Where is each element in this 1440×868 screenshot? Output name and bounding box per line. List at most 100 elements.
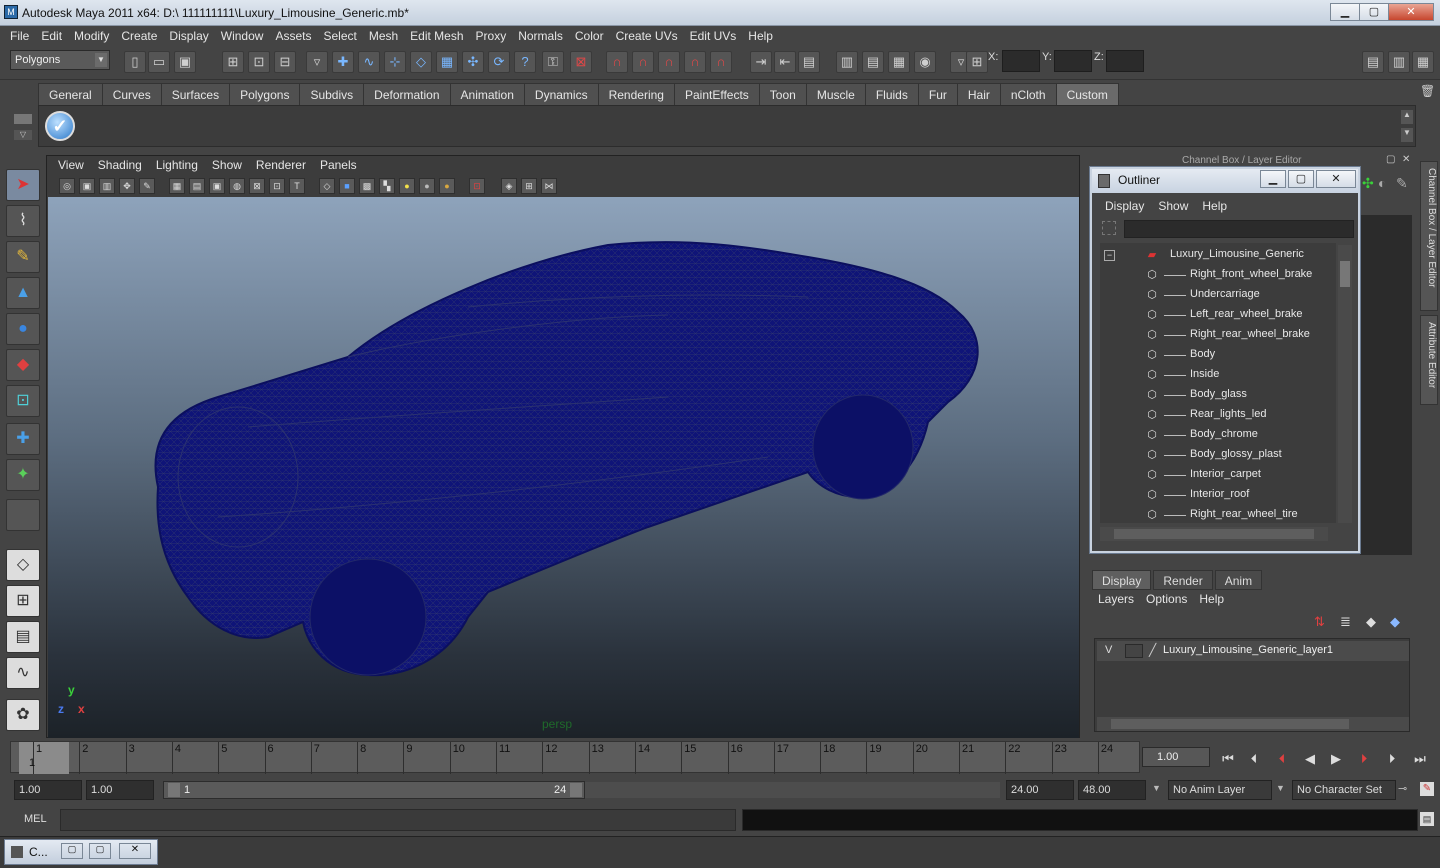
film-gate-icon[interactable]: ▤ [189, 178, 205, 194]
soft-mod-tool-icon[interactable]: ✚ [6, 423, 40, 455]
x-field[interactable] [1002, 50, 1040, 72]
layer-visibility-toggle[interactable]: V [1105, 644, 1112, 656]
outliner-row[interactable]: ⬡ Interior_carpet [1100, 465, 1336, 485]
lasso-tool-icon[interactable]: ⌇ [6, 205, 40, 237]
menu-file[interactable]: File [4, 29, 35, 43]
outliner-vertical-scrollbar[interactable] [1338, 245, 1352, 523]
collapse-icon[interactable]: − [1104, 250, 1115, 261]
ipr-render-icon[interactable]: ▤ [862, 51, 884, 73]
viewport-canvas[interactable]: y z x persp [48, 197, 1079, 738]
layer-color-icon[interactable]: ╱ [1149, 643, 1156, 657]
character-set-dropdown[interactable]: No Character Set [1292, 780, 1396, 800]
chevron-down-icon[interactable]: ▼ [95, 53, 107, 67]
channel-icon-green[interactable]: ✣ [1362, 175, 1374, 192]
step-forward-key-icon[interactable]: ⏵ [1354, 749, 1374, 769]
shelf-options-icon[interactable] [14, 114, 32, 124]
tab-subdivs[interactable]: Subdivs [299, 83, 365, 105]
tab-curves[interactable]: Curves [101, 83, 162, 105]
outliner-menu-display[interactable]: Display [1098, 199, 1151, 213]
outliner-scroll-thumb[interactable] [1340, 261, 1350, 287]
tab-display[interactable]: Display [1092, 570, 1152, 590]
tab-render[interactable]: Render [1153, 570, 1213, 590]
four-pane-layout-icon[interactable]: ⊞ [6, 585, 40, 617]
menu-display[interactable]: Display [163, 29, 214, 43]
field-chart-icon[interactable]: ⊠ [249, 178, 265, 194]
outliner-row[interactable]: ⬡ Left_rear_wheel_brake [1100, 305, 1336, 325]
scale-tool-icon[interactable]: ◆ [6, 349, 40, 381]
outliner-row[interactable]: ⬡ Rear_lights_led [1100, 405, 1336, 425]
current-frame-marker[interactable] [19, 742, 69, 774]
outliner-row[interactable]: ⬡ Undercarriage [1100, 285, 1336, 305]
snap-together-icon[interactable]: ∩ [632, 51, 654, 73]
vp-menu-panels[interactable]: Panels [313, 158, 364, 172]
xray-icon[interactable]: ◈ [501, 178, 517, 194]
tab-fluids[interactable]: Fluids [864, 83, 919, 105]
custom-layout-icon[interactable]: ✿ [6, 699, 40, 731]
shadows-icon[interactable]: ● [419, 178, 435, 194]
input-ops-icon[interactable]: ⇥ [750, 51, 772, 73]
isolate-select-icon[interactable]: ⊡ [469, 178, 485, 194]
outliner-menu-help[interactable]: Help [1195, 199, 1234, 213]
safe-action-icon[interactable]: ⊡ [269, 178, 285, 194]
outliner-menu-show[interactable]: Show [1151, 199, 1195, 213]
bookmark-icon[interactable]: ▣ [79, 178, 95, 194]
range-slider[interactable]: 1 24 [163, 781, 585, 799]
key-icon[interactable]: ⊸ [1398, 782, 1407, 795]
step-back-frame-icon[interactable]: ⏴ [1244, 749, 1264, 769]
outliner-hscroll-thumb[interactable] [1114, 529, 1314, 539]
new-layer-selected-icon[interactable]: ◆ [1390, 614, 1400, 630]
layer-hscroll-thumb[interactable] [1111, 719, 1349, 729]
outliner-row[interactable]: ⬡ Right_rear_wheel_brake [1100, 325, 1336, 345]
channel-icon-sphere[interactable]: ◐ [1378, 175, 1386, 191]
render-frame-icon[interactable]: ▥ [836, 51, 858, 73]
move-layer-up-icon[interactable]: ⇅ [1314, 614, 1325, 630]
tab-attribute-editor[interactable]: Attribute Editor [1420, 315, 1438, 405]
vp-menu-shading[interactable]: Shading [91, 158, 149, 172]
select-tool-icon[interactable]: ➤ [6, 169, 40, 201]
menu-create[interactable]: Create [115, 29, 163, 43]
go-to-start-icon[interactable]: ⏮ [1218, 749, 1238, 769]
tab-surfaces[interactable]: Surfaces [160, 83, 231, 105]
outliner-horizontal-scrollbar[interactable] [1100, 527, 1328, 541]
hypershade-icon[interactable]: ◉ [914, 51, 936, 73]
range-end-handle[interactable] [570, 783, 582, 797]
lock-icon[interactable]: ⚿ [542, 51, 564, 73]
open-scene-icon[interactable]: ▭ [148, 51, 170, 73]
end-time-field[interactable]: 48.00 [1078, 780, 1146, 800]
help-question-icon[interactable]: ? [514, 51, 536, 73]
outliner-layout-icon[interactable]: ▤ [6, 621, 40, 653]
xray-components-icon[interactable]: ⋈ [541, 178, 557, 194]
tab-deformation[interactable]: Deformation [363, 83, 451, 105]
camera-attributes-icon[interactable]: ◎ [59, 178, 75, 194]
playback-start-field[interactable]: 1.00 [86, 780, 154, 800]
two-d-pan-icon[interactable]: ✥ [119, 178, 135, 194]
vp-menu-view[interactable]: View [51, 158, 91, 172]
maximize-button[interactable]: ▢ [1359, 3, 1389, 21]
step-back-key-icon[interactable]: ⏴ [1272, 749, 1292, 769]
snap-view-plane-icon[interactable]: ◇ [410, 51, 432, 73]
snap-live-icon[interactable]: ▦ [436, 51, 458, 73]
graph-layout-icon[interactable]: ∿ [6, 657, 40, 689]
outliner-root-row[interactable]: − ▰ Luxury_Limousine_Generic [1100, 245, 1336, 265]
menu-select[interactable]: Select [317, 29, 362, 43]
outliner-row[interactable]: ⬡ Right_front_wheel_brake [1100, 265, 1336, 285]
chevron-down-icon[interactable]: ▼ [1152, 783, 1161, 793]
channel-icon-pen[interactable]: ✎ [1396, 175, 1408, 192]
smooth-shade-icon[interactable]: ■ [339, 178, 355, 194]
grid-icon[interactable]: ▦ [169, 178, 185, 194]
float-panel-icon[interactable]: ▢ [1386, 154, 1395, 165]
snap-magnet-icon[interactable]: ∩ [606, 51, 628, 73]
gate-mask-icon[interactable]: ◍ [229, 178, 245, 194]
wireframe-icon[interactable]: ◇ [319, 178, 335, 194]
select-hierarchy-icon[interactable]: ⊞ [222, 51, 244, 73]
outliner-row[interactable]: ⬡ Body [1100, 345, 1336, 365]
move-tool-icon[interactable]: ✦ [6, 459, 40, 491]
menu-proxy[interactable]: Proxy [470, 29, 513, 43]
pick-mask-icon[interactable]: ✣ [462, 51, 484, 73]
textured-icon[interactable]: ▚ [379, 178, 395, 194]
tab-polygons[interactable]: Polygons [229, 83, 301, 105]
taskbar-restore-button[interactable]: ▢ [61, 843, 83, 859]
play-forwards-icon[interactable]: ▶ [1326, 749, 1346, 769]
tab-dynamics[interactable]: Dynamics [523, 83, 599, 105]
outliner-row[interactable]: ⬡ Inside [1100, 365, 1336, 385]
